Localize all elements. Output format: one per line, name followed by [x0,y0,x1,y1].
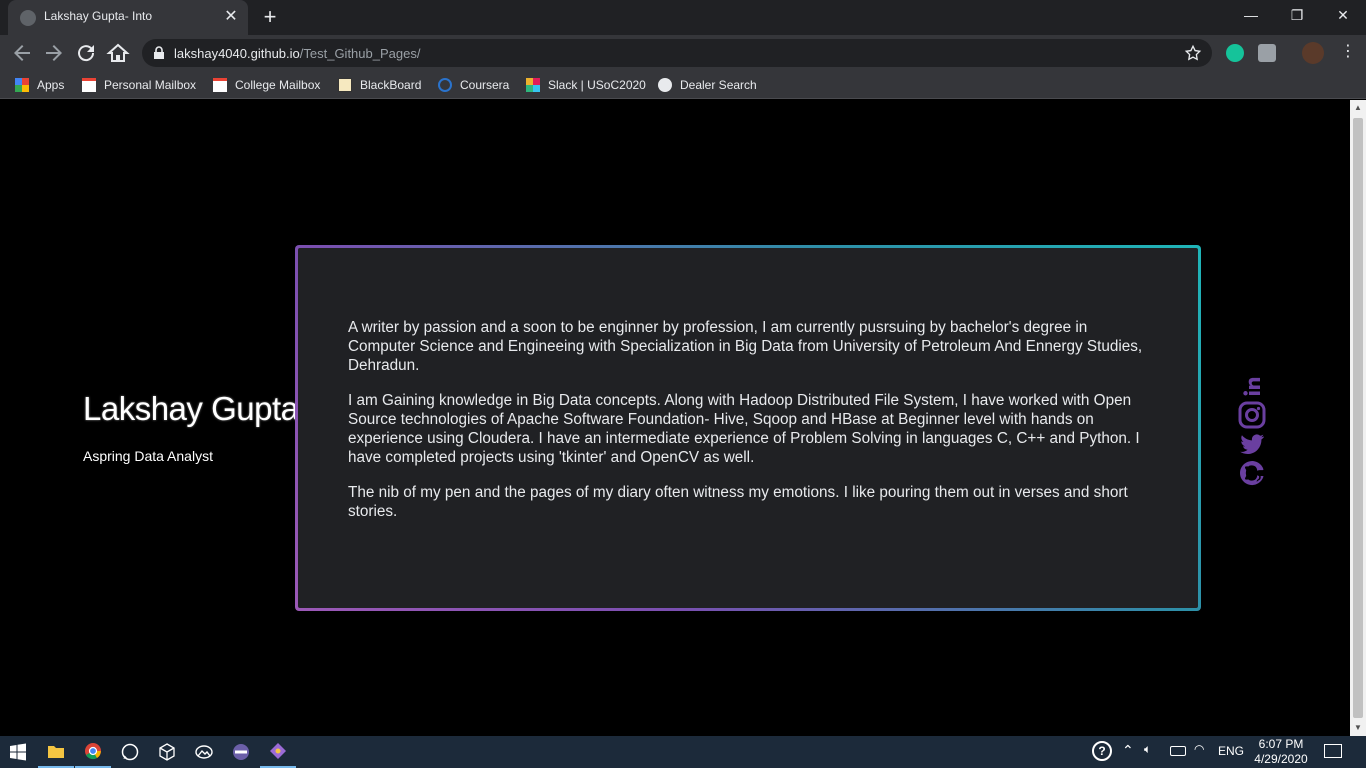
bookmark-college-mailbox[interactable]: College Mailbox [213,76,320,94]
blackboard-icon [338,78,352,92]
lock-icon [154,46,164,59]
page-title: Lakshay Gupta [83,390,299,427]
whatsapp-icon [121,743,139,761]
menu-icon[interactable]: ⋮ [1340,43,1356,61]
help-icon[interactable]: ? [1092,741,1112,761]
whatsapp-button[interactable] [112,736,148,768]
bookmark-apps[interactable]: Apps [15,76,64,94]
bookmark-personal-mailbox[interactable]: Personal Mailbox [82,76,196,94]
scroll-up-icon[interactable]: ▲ [1354,104,1362,112]
reload-icon[interactable] [74,41,98,65]
twitter-icon[interactable] [1237,430,1267,458]
about-paragraph: A writer by passion and a soon to be eng… [348,319,1143,374]
avatar[interactable] [1302,42,1324,64]
git-icon [270,743,286,759]
extension-icon[interactable] [1258,44,1276,62]
bookmarks-bar: Apps Personal Mailbox College Mailbox Bl… [0,71,1366,99]
home-icon[interactable] [106,41,130,65]
chrome-button[interactable] [75,736,111,768]
browser-tab[interactable]: Lakshay Gupta- Into ✕ [8,0,248,35]
bookmark-coursera[interactable]: Coursera [438,76,509,94]
page-viewport: Lakshay Gupta Aspring Data Analyst A wri… [0,100,1350,736]
scroll-thumb[interactable] [1353,118,1363,718]
file-explorer-button[interactable] [38,736,74,768]
virtualbox-button[interactable] [149,736,185,768]
gmail-icon [82,78,96,92]
back-icon[interactable] [10,41,34,65]
system-clock[interactable]: 6:07 PM 4/29/2020 [1252,737,1310,767]
folder-icon [48,746,64,758]
instagram-icon[interactable] [1237,401,1267,429]
photos-button[interactable] [186,736,222,768]
notification-icon[interactable] [1324,744,1342,758]
page-scrollbar[interactable]: ▲ ▼ [1350,100,1366,736]
apps-grid-icon [15,78,29,92]
about-paragraph: The nib of my pen and the pages of my di… [348,484,1128,520]
about-card: A writer by passion and a soon to be eng… [295,245,1201,611]
forward-icon[interactable] [42,41,66,65]
chrome-icon [85,743,101,760]
about-card-body: A writer by passion and a soon to be eng… [298,248,1198,608]
linkedin-icon[interactable] [1237,372,1267,400]
clock-date: 4/29/2020 [1254,752,1308,766]
page-subtitle: Aspring Data Analyst [83,448,213,464]
cube-icon [159,743,175,761]
volume-icon[interactable]: 🔈︎ [1144,742,1162,760]
git-button[interactable] [260,736,296,768]
language-indicator[interactable]: ENG [1218,744,1244,758]
tab-title: Lakshay Gupta- Into [44,9,153,23]
window-close-icon[interactable]: ✕ [1320,0,1366,32]
gmail-icon [213,78,227,92]
start-button[interactable] [0,736,36,768]
bookmark-dealer-search[interactable]: Dealer Search [658,76,757,94]
bookmark-star-icon[interactable] [1184,44,1202,62]
url-text: lakshay4040.github.io/Test_Github_Pages/ [174,46,421,61]
minimize-icon[interactable]: — [1228,0,1274,32]
app-button[interactable] [223,736,259,768]
clock-time: 6:07 PM [1258,737,1304,751]
address-bar[interactable]: lakshay4040.github.io/Test_Github_Pages/ [142,39,1212,67]
close-icon[interactable]: ✕ [222,8,240,26]
bookmark-slack[interactable]: Slack | USoC2020 [526,76,646,94]
tab-strip: Lakshay Gupta- Into ✕ + — ❐ ✕ [0,0,1366,35]
about-paragraph: I am Gaining knowledge in Big Data conce… [348,392,1140,466]
wifi-icon[interactable]: ◠ [1194,742,1212,760]
browser-toolbar: lakshay4040.github.io/Test_Github_Pages/… [0,35,1366,71]
grammarly-icon[interactable] [1226,44,1244,62]
photos-icon [195,745,213,759]
scroll-down-icon[interactable]: ▼ [1354,724,1362,732]
social-links [1237,372,1267,488]
app-icon [233,744,249,760]
windows-icon [10,743,26,761]
battery-icon[interactable] [1170,746,1186,756]
bookmark-blackboard[interactable]: BlackBoard [338,76,421,94]
github-icon[interactable] [1237,459,1267,487]
globe-icon [20,10,36,26]
new-tab-button[interactable]: + [258,6,282,30]
coursera-icon [438,78,452,92]
globe-icon [658,78,672,92]
chevron-up-icon[interactable]: ⌃ [1122,742,1140,760]
windows-taskbar: ? ⌃ 🔈︎ ◠ ENG 6:07 PM 4/29/2020 [0,736,1366,768]
slack-icon [526,78,540,92]
restore-icon[interactable]: ❐ [1274,0,1320,32]
